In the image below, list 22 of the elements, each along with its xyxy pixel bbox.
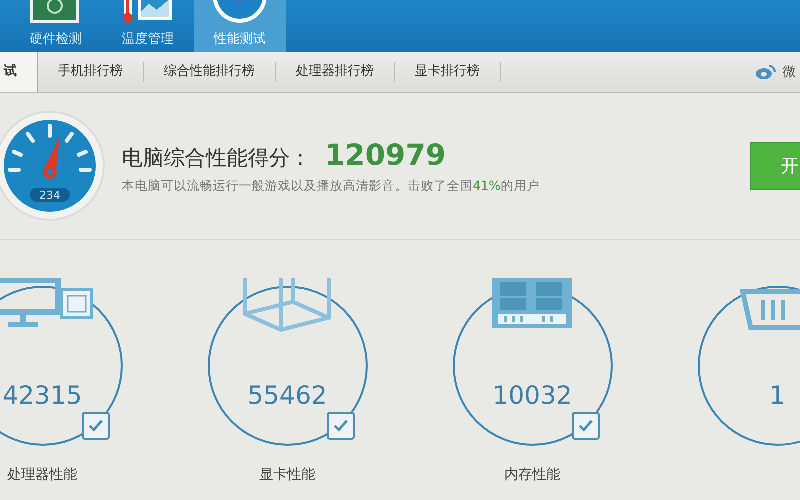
tab[interactable]: 综合性能排行榜 bbox=[144, 62, 276, 82]
nav-button[interactable]: 硬件检测 bbox=[10, 0, 102, 52]
tab[interactable]: 手机排行榜 bbox=[38, 62, 144, 82]
component-label: 内存性能 bbox=[504, 466, 560, 484]
tab[interactable]: 处理器排行榜 bbox=[276, 62, 395, 82]
checkbox[interactable] bbox=[572, 412, 600, 440]
share-link[interactable]: 微 bbox=[783, 63, 796, 81]
component-score: 55462 bbox=[248, 381, 328, 410]
component-score: 10032 bbox=[492, 381, 572, 410]
checkbox[interactable] bbox=[327, 412, 355, 440]
checkbox[interactable] bbox=[82, 412, 110, 440]
tab[interactable]: 显卡排行榜 bbox=[395, 62, 501, 82]
component-label: 显卡性能 bbox=[260, 466, 316, 484]
component-label: 处理器性能 bbox=[8, 466, 78, 484]
component-score: 1 bbox=[770, 381, 786, 410]
gauge-reading: 234 bbox=[40, 189, 60, 202]
score-description: 本电脑可以流畅运行一般游戏以及播放高清影音。击败了全国41%的用户 bbox=[122, 178, 540, 194]
tab[interactable]: 试 bbox=[0, 52, 38, 92]
component-score: 42315 bbox=[2, 381, 82, 410]
nav-button[interactable]: 温度管理 bbox=[102, 0, 194, 52]
score-title: 电脑综合性能得分： bbox=[122, 144, 311, 172]
score-value: 120979 bbox=[325, 138, 446, 172]
